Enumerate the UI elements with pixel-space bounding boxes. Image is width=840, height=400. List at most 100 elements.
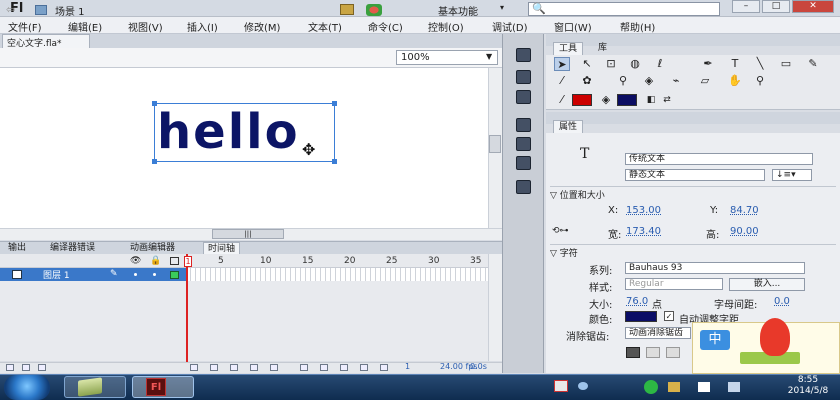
- zoom-select[interactable]: 100%: [396, 50, 498, 65]
- next-frame-icon[interactable]: [250, 364, 258, 371]
- playhead[interactable]: [186, 254, 188, 362]
- onion-skin-icon[interactable]: [320, 364, 328, 371]
- sogou-icon[interactable]: [554, 380, 568, 392]
- onion-outline-icon[interactable]: [340, 364, 348, 371]
- current-frame[interactable]: 1: [405, 362, 410, 371]
- menu-commands[interactable]: 命令(C): [368, 19, 403, 34]
- chevron-down-icon[interactable]: ▾: [500, 3, 504, 12]
- minimize-button[interactable]: –: [732, 0, 760, 13]
- system-clock[interactable]: 8:55 2014/5/8: [780, 375, 836, 397]
- tab-library[interactable]: 库: [593, 42, 612, 55]
- menu-window[interactable]: 窗口(W): [554, 19, 592, 34]
- tab-output[interactable]: 输出: [4, 242, 30, 254]
- first-frame-icon[interactable]: [190, 364, 198, 371]
- info-icon[interactable]: [516, 70, 531, 84]
- pencil-tool-icon[interactable]: ✎: [805, 57, 821, 71]
- playhead-frame[interactable]: 1: [184, 256, 192, 267]
- scrollbar-thumb[interactable]: |||: [212, 229, 284, 239]
- delete-icon[interactable]: [38, 364, 46, 371]
- deco-tool-icon[interactable]: ✿: [579, 74, 595, 88]
- swap-colors-icon[interactable]: ⇄: [659, 93, 675, 107]
- section-position-size[interactable]: ▽ 位置和大小: [550, 186, 836, 201]
- frame-strip[interactable]: [186, 268, 488, 281]
- edit-symbols-icon[interactable]: [340, 4, 354, 15]
- menu-modify[interactable]: 修改(M): [244, 19, 280, 34]
- workspace-switcher[interactable]: 基本功能: [438, 3, 478, 18]
- chevron-down-icon[interactable]: ▼: [486, 52, 492, 61]
- border-icon[interactable]: [666, 347, 680, 358]
- section-character[interactable]: ▽ 字符: [550, 244, 836, 259]
- close-button[interactable]: ✕: [792, 0, 834, 13]
- resize-handle[interactable]: [332, 159, 337, 164]
- text-color-swatch[interactable]: [625, 311, 657, 322]
- stroke-color-swatch[interactable]: [572, 94, 592, 106]
- menu-insert[interactable]: 插入(I): [187, 19, 218, 34]
- tab-motion-editor[interactable]: 动画编辑器: [126, 242, 179, 254]
- loop-icon[interactable]: [300, 364, 308, 371]
- menu-edit[interactable]: 编辑(E): [68, 19, 102, 34]
- resize-handle[interactable]: [152, 101, 157, 106]
- scene-label[interactable]: 场景 1: [55, 3, 85, 18]
- eye-icon[interactable]: 👁: [130, 256, 141, 266]
- brush-tool-icon[interactable]: ⁄: [554, 74, 570, 88]
- layer-name[interactable]: 图层 1: [43, 268, 70, 281]
- start-button[interactable]: [4, 375, 50, 400]
- timeline-scrollbar[interactable]: [488, 254, 502, 361]
- scrollbar-thumb[interactable]: [489, 135, 501, 153]
- outline-icon[interactable]: [170, 257, 179, 265]
- x-value[interactable]: 153.00: [626, 205, 661, 216]
- tab-compiler-errors[interactable]: 编译器错误: [46, 242, 99, 254]
- resize-handle[interactable]: [332, 101, 337, 106]
- ime-mode-badge[interactable]: 中: [700, 330, 730, 350]
- help-search-input[interactable]: 🔍: [528, 2, 720, 16]
- tab-timeline[interactable]: 时间轴: [203, 242, 241, 254]
- height-value[interactable]: 90.00: [730, 226, 759, 237]
- menu-debug[interactable]: 调试(D): [492, 19, 528, 34]
- lock-dot[interactable]: [153, 273, 156, 276]
- size-value[interactable]: 76.0: [626, 296, 648, 307]
- font-style-select[interactable]: Regular: [625, 278, 723, 290]
- embed-button[interactable]: 嵌入...: [729, 278, 805, 291]
- edit-multiple-frames-icon[interactable]: [360, 364, 368, 371]
- menu-view[interactable]: 视图(V): [128, 19, 163, 34]
- width-value[interactable]: 173.40: [626, 226, 661, 237]
- line-tool-icon[interactable]: ╲: [752, 57, 768, 71]
- 3d-rotation-tool-icon[interactable]: ◍: [627, 57, 643, 71]
- eraser-tool-icon[interactable]: ▱: [697, 74, 713, 88]
- tray-icon[interactable]: [578, 382, 588, 390]
- selectable-icon[interactable]: [626, 347, 640, 358]
- free-transform-tool-icon[interactable]: ⊡: [603, 57, 619, 71]
- autokern-checkbox[interactable]: ✓: [664, 311, 674, 321]
- motion-presets-icon[interactable]: [516, 180, 531, 194]
- menu-control[interactable]: 控制(O): [428, 19, 464, 34]
- menu-file[interactable]: 文件(F): [8, 19, 42, 34]
- align-icon[interactable]: [516, 48, 531, 62]
- outline-color-box[interactable]: [170, 271, 179, 279]
- text-orientation-select[interactable]: ↓≡▾: [772, 169, 812, 181]
- link-icon[interactable]: ⟲⊶: [552, 226, 569, 236]
- onion-markers-icon[interactable]: [380, 364, 388, 371]
- render-html-icon[interactable]: [646, 347, 660, 358]
- volume-icon[interactable]: [728, 382, 740, 392]
- new-folder-icon[interactable]: [22, 364, 30, 371]
- y-value[interactable]: 84.70: [730, 205, 759, 216]
- color-icon[interactable]: [516, 118, 531, 132]
- fill-color-swatch[interactable]: [617, 94, 637, 106]
- zoom-tool-icon[interactable]: ⚲: [752, 74, 768, 88]
- back-arrow-icon[interactable]: ⇦: [6, 3, 15, 16]
- maximize-button[interactable]: □: [762, 0, 790, 13]
- text-tool-icon[interactable]: T: [727, 57, 743, 71]
- font-family-select[interactable]: Bauhaus 93: [625, 262, 805, 274]
- lock-icon[interactable]: 🔒: [150, 256, 161, 266]
- antialias-select[interactable]: 动画消除锯齿: [625, 327, 691, 339]
- tray-icon[interactable]: [668, 382, 680, 392]
- letter-spacing-value[interactable]: 0.0: [774, 296, 790, 307]
- menu-help[interactable]: 帮助(H): [620, 19, 655, 34]
- tray-icon[interactable]: [644, 380, 658, 394]
- transform-icon[interactable]: [516, 90, 531, 104]
- edit-scene-icon[interactable]: [366, 4, 382, 16]
- selection-tool-icon[interactable]: ➤: [554, 57, 570, 71]
- visibility-dot[interactable]: [134, 273, 137, 276]
- rectangle-tool-icon[interactable]: ▭: [778, 57, 794, 71]
- document-tab[interactable]: 空心文字.fla*: [2, 34, 90, 49]
